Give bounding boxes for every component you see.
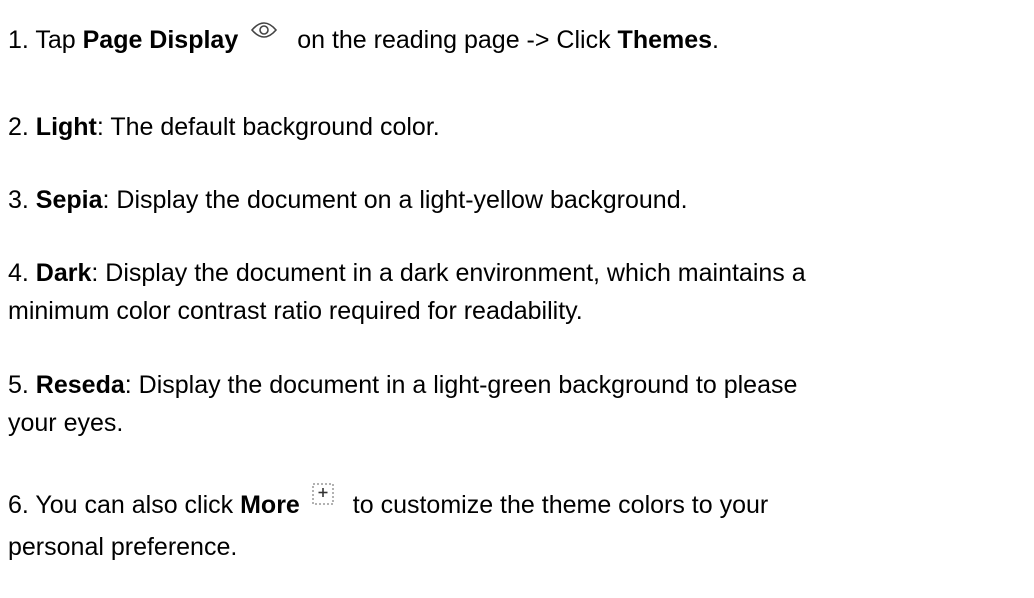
theme-name-reseda: Reseda bbox=[35, 371, 125, 399]
step-number: 2. bbox=[8, 113, 36, 141]
step-4: 4. Dark: Display the document in a dark … bbox=[8, 254, 1030, 330]
step-text: to customize the theme colors to your bbox=[345, 491, 769, 519]
step-line: 6. You can also click More to customize … bbox=[8, 478, 1030, 524]
step-6: 6. You can also click More to customize … bbox=[8, 478, 1030, 566]
theme-name-light: Light bbox=[35, 113, 97, 141]
step-text: : The default background color. bbox=[96, 113, 440, 141]
plus-box-icon bbox=[312, 478, 334, 505]
step-text: You can also click bbox=[35, 491, 241, 519]
more-label: More bbox=[240, 491, 300, 519]
step-number: 4. bbox=[8, 259, 36, 287]
step-text: Tap bbox=[35, 26, 83, 54]
step-text: : Display the document on a light-yellow… bbox=[102, 186, 688, 214]
step-text-continued: personal preference. bbox=[8, 533, 238, 561]
step-5: 5. Reseda: Display the document in a lig… bbox=[8, 366, 1030, 442]
step-number: 1. bbox=[8, 26, 36, 54]
step-text-continued: your eyes. bbox=[8, 409, 124, 437]
step-line: 4. Dark: Display the document in a dark … bbox=[8, 254, 1030, 292]
step-line: 5. Reseda: Display the document in a lig… bbox=[8, 366, 1030, 404]
document-page: 1. Tap Page Display on the reading page … bbox=[0, 0, 1034, 598]
eye-icon bbox=[250, 15, 278, 39]
theme-name-dark: Dark bbox=[35, 259, 92, 287]
theme-name-sepia: Sepia bbox=[35, 186, 103, 214]
step-text: . bbox=[712, 26, 719, 54]
step-number: 6. bbox=[8, 491, 36, 519]
step-2: 2. Light: The default background color. bbox=[8, 108, 1030, 146]
step-text: : Display the document in a dark environ… bbox=[91, 259, 806, 287]
step-number: 3. bbox=[8, 186, 36, 214]
step-text: : Display the document in a light-green … bbox=[124, 371, 798, 399]
step-number: 5. bbox=[8, 371, 36, 399]
themes-label: Themes bbox=[617, 26, 713, 54]
step-text-continued: minimum color contrast ratio required fo… bbox=[8, 297, 583, 325]
step-text: on the reading page -> Click bbox=[290, 26, 618, 54]
step-1: 1. Tap Page Display on the reading page … bbox=[8, 15, 1030, 59]
step-3: 3. Sepia: Display the document on a ligh… bbox=[8, 181, 1030, 219]
page-display-label: Page Display bbox=[82, 26, 239, 54]
